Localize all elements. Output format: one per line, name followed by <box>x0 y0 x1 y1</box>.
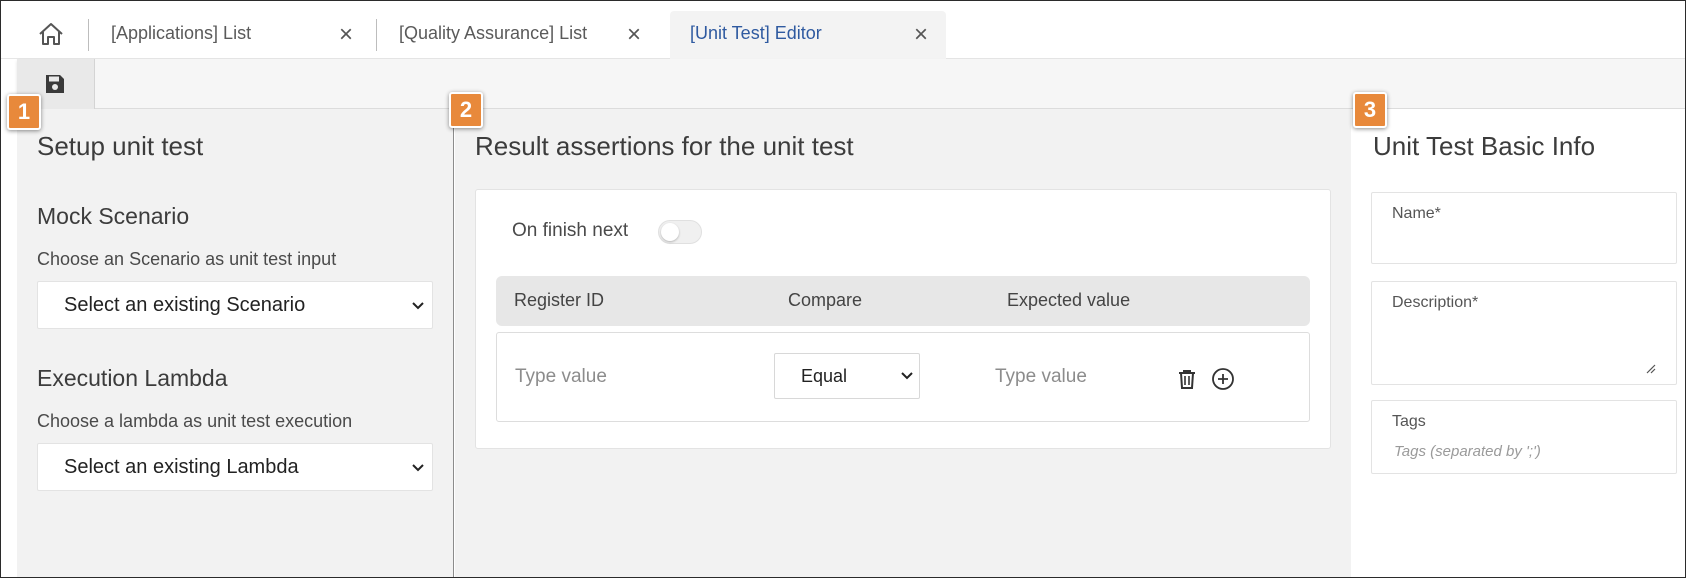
basic-info-panel: Unit Test Basic Info Name* Description* … <box>1351 109 1685 577</box>
step-badge-3: 3 <box>1353 92 1387 128</box>
tab-label: [Quality Assurance] List <box>399 23 588 43</box>
tab-label: [Applications] List <box>111 23 252 43</box>
column-register-id: Register ID <box>514 290 605 310</box>
chevron-down-icon <box>901 372 913 380</box>
on-finish-next-label: On finish next <box>512 220 629 241</box>
close-icon[interactable]: × <box>627 23 641 47</box>
column-compare: Compare <box>788 290 863 310</box>
assertions-title: Result assertions for the unit test <box>475 131 854 161</box>
column-expected-value: Expected value <box>1007 290 1131 310</box>
toolbar <box>17 59 1685 109</box>
step-badge-2: 2 <box>449 92 483 128</box>
save-icon <box>46 75 64 93</box>
step-badge-1: 1 <box>7 94 41 130</box>
mock-scenario-help: Choose an Scenario as unit test input <box>37 249 337 269</box>
scenario-select-value: Select an existing Scenario <box>64 294 306 316</box>
tab-separator <box>376 19 377 51</box>
close-icon[interactable]: × <box>914 23 928 47</box>
register-id-input[interactable]: Type value <box>515 366 607 388</box>
tags-field[interactable]: Tags Tags (separated by ';') <box>1371 400 1677 474</box>
tab-label: [Unit Test] Editor <box>690 23 822 43</box>
mock-scenario-heading: Mock Scenario <box>37 203 190 229</box>
setup-title: Setup unit test <box>37 131 204 161</box>
assertions-table-header: Register ID Compare Expected value <box>496 276 1310 326</box>
lambda-select[interactable]: Select an existing Lambda <box>37 443 433 491</box>
assertions-card: On finish next Register ID Compare Expec… <box>475 189 1331 449</box>
table-row: Type value Equal Type value <box>496 332 1310 422</box>
lambda-select-value: Select an existing Lambda <box>64 456 299 478</box>
compare-select-value: Equal <box>801 366 848 386</box>
tags-placeholder: Tags (separated by ';') <box>1394 443 1541 460</box>
basic-info-title: Unit Test Basic Info <box>1373 131 1596 161</box>
execution-lambda-heading: Execution Lambda <box>37 365 228 391</box>
close-icon[interactable]: × <box>339 23 353 47</box>
toggle-knob <box>661 223 679 241</box>
compare-select[interactable]: Equal <box>774 353 920 399</box>
app-window: [Applications] List × [Quality Assurance… <box>0 0 1686 578</box>
expected-value-input[interactable]: Type value <box>995 366 1087 388</box>
tab-quality-assurance-list[interactable]: [Quality Assurance] List × <box>379 11 659 59</box>
tab-bar: [Applications] List × [Quality Assurance… <box>1 1 1685 59</box>
name-field[interactable]: Name* <box>1371 192 1677 264</box>
name-label: Name* <box>1392 205 1441 222</box>
assertions-panel: Result assertions for the unit test On f… <box>455 109 1351 577</box>
left-gutter <box>1 109 17 577</box>
chevron-down-icon <box>412 464 424 472</box>
scenario-select[interactable]: Select an existing Scenario <box>37 281 433 329</box>
on-finish-next-toggle[interactable] <box>658 220 702 244</box>
tags-label: Tags <box>1392 413 1426 430</box>
setup-panel: Setup unit test Mock Scenario Choose an … <box>17 109 454 577</box>
home-icon[interactable] <box>37 21 65 47</box>
tab-separator <box>88 19 89 51</box>
trash-icon[interactable] <box>1175 367 1199 391</box>
tab-unit-test-editor[interactable]: [Unit Test] Editor × <box>670 11 946 59</box>
execution-lambda-help: Choose a lambda as unit test execution <box>37 411 353 431</box>
chevron-down-icon <box>412 302 424 310</box>
description-label: Description* <box>1392 294 1479 311</box>
tab-applications-list[interactable]: [Applications] List × <box>91 11 371 59</box>
add-circle-icon[interactable] <box>1211 367 1235 391</box>
resize-handle-icon[interactable] <box>1646 364 1656 374</box>
description-field[interactable]: Description* <box>1371 281 1677 385</box>
